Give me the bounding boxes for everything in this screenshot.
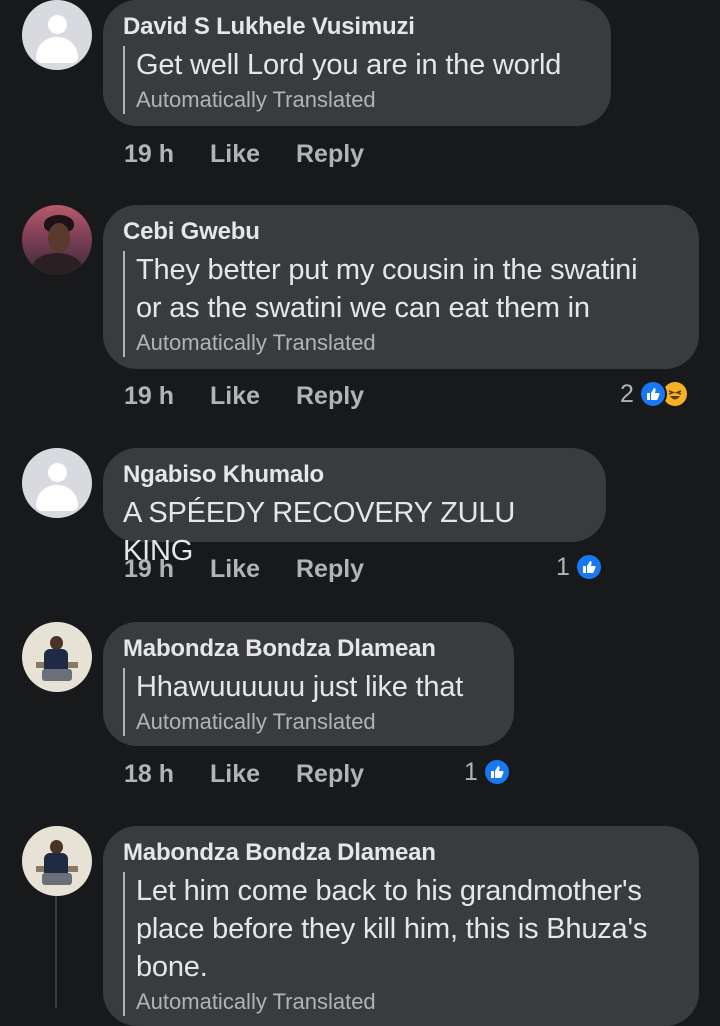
comment-bubble[interactable]: David S Lukhele Vusimuzi Get well Lord y… (103, 0, 611, 126)
default-avatar-icon[interactable] (22, 448, 92, 518)
comment-text-line: They better put my cousin in the swatini (136, 254, 638, 286)
comment-author[interactable]: Mabondza Bondza Dlamean (123, 838, 677, 868)
comment-text: Hhawuuuuuu just like that (136, 671, 464, 703)
translated-block: They better put my cousin in the swatini… (123, 251, 677, 357)
timestamp[interactable]: 19 h (124, 555, 210, 584)
timestamp[interactable]: 19 h (124, 140, 210, 169)
comment-bubble[interactable]: Mabondza Bondza Dlamean Hhawuuuuuu just … (103, 622, 514, 746)
translated-label[interactable]: Automatically Translated (136, 708, 492, 736)
profile-photo-avatar[interactable] (22, 205, 92, 275)
reaction-count: 1 (556, 552, 570, 581)
profile-photo-avatar[interactable] (22, 826, 92, 896)
reaction-summary[interactable]: 1 (464, 755, 511, 789)
like-reaction-icon (638, 380, 667, 408)
translated-block: Get well Lord you are in the world Autom… (123, 46, 589, 114)
comment-bubble[interactable]: Cebi Gwebu They better put my cousin in … (103, 205, 699, 369)
translated-block: Hhawuuuuuu just like that Automatically … (123, 668, 492, 736)
comment-bubble[interactable]: Mabondza Bondza Dlamean Let him come bac… (103, 826, 699, 1026)
comment-author[interactable]: Cebi Gwebu (123, 217, 677, 247)
comment-author[interactable]: Ngabiso Khumalo (123, 460, 584, 490)
profile-photo-avatar[interactable] (22, 622, 92, 692)
comment-text-line: bone. (136, 951, 208, 983)
translated-label[interactable]: Automatically Translated (136, 329, 677, 357)
translated-label[interactable]: Automatically Translated (136, 988, 677, 1016)
comment-actions: 19 h Like Reply (124, 137, 364, 171)
default-avatar-icon[interactable] (22, 0, 92, 70)
comment-actions: 19 h Like Reply (124, 552, 364, 586)
comment-text-line: Let him come back to his grandmother's (136, 875, 642, 907)
reaction-summary[interactable]: 2 (620, 377, 689, 411)
reaction-summary[interactable]: 1 (556, 550, 603, 584)
comment-text-line: place before they kill him, this is Bhuz… (136, 913, 648, 945)
comment-actions: 19 h Like Reply (124, 379, 364, 413)
like-reaction-icon (482, 758, 511, 786)
like-button[interactable]: Like (210, 555, 296, 584)
timestamp[interactable]: 18 h (124, 760, 210, 789)
translated-label[interactable]: Automatically Translated (136, 86, 589, 114)
like-button[interactable]: Like (210, 382, 296, 411)
reply-button[interactable]: Reply (296, 760, 364, 789)
like-button[interactable]: Like (210, 760, 296, 789)
timestamp[interactable]: 19 h (124, 382, 210, 411)
reaction-count: 2 (620, 379, 634, 408)
reaction-count: 1 (464, 757, 478, 786)
comment-text: Get well Lord you are in the world (136, 49, 562, 81)
like-reaction-icon (574, 553, 603, 581)
reply-button[interactable]: Reply (296, 555, 364, 584)
comment-text-line: or as the swatini we can eat them in (136, 292, 590, 324)
reply-thread-line (55, 896, 57, 1008)
comment-author[interactable]: David S Lukhele Vusimuzi (123, 12, 589, 42)
reply-button[interactable]: Reply (296, 140, 364, 169)
like-button[interactable]: Like (210, 140, 296, 169)
translated-block: Let him come back to his grandmother's p… (123, 872, 677, 1016)
reply-button[interactable]: Reply (296, 382, 364, 411)
comment-author[interactable]: Mabondza Bondza Dlamean (123, 634, 492, 664)
comment-actions: 18 h Like Reply (124, 757, 364, 791)
comment-bubble[interactable]: Ngabiso Khumalo A SPÉEDY RECOVERY ZULU K… (103, 448, 606, 567)
